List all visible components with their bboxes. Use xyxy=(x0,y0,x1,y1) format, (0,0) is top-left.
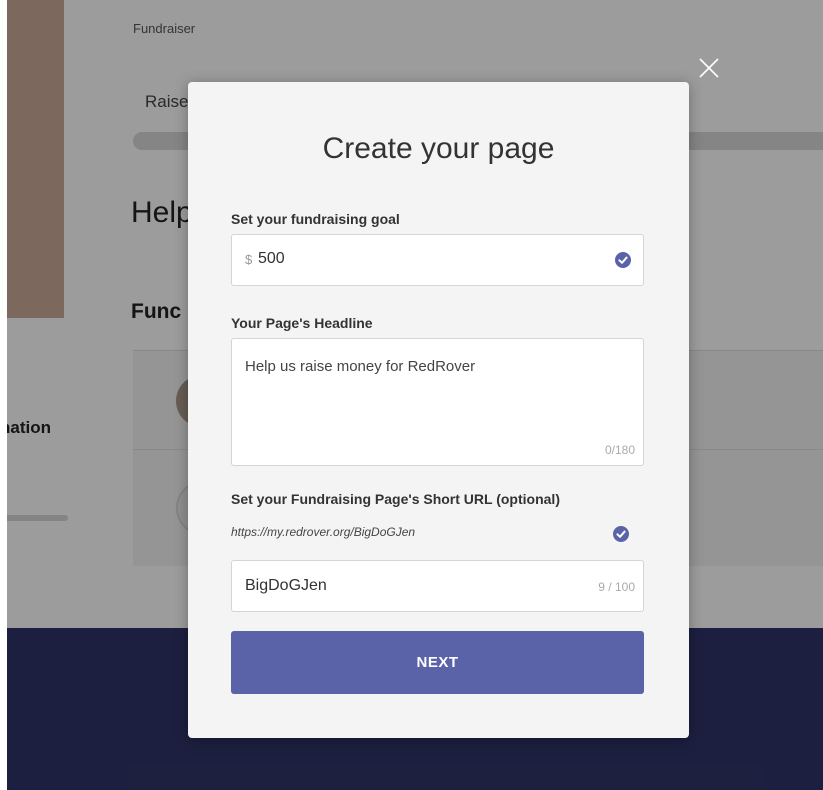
create-page-modal: Create your page Set your fundraising go… xyxy=(188,82,689,738)
next-button[interactable]: NEXT xyxy=(231,631,644,694)
short-url-value[interactable]: BigDoGJen xyxy=(245,577,327,595)
modal-title: Create your page xyxy=(322,132,555,165)
close-button[interactable] xyxy=(697,56,721,80)
check-circle-icon xyxy=(613,526,629,542)
short-url-preview: https://my.redrover.org/BigDoGJen xyxy=(231,525,416,539)
headline-char-counter: 0/180 xyxy=(604,443,635,457)
currency-symbol: $ xyxy=(245,252,253,267)
short-url-input[interactable]: BigDoGJen 9 / 100 xyxy=(231,560,644,612)
short-url-char-counter: 9 / 100 xyxy=(598,580,635,594)
close-icon xyxy=(699,58,719,78)
edge-strip xyxy=(0,0,7,790)
headline-value[interactable]: Help us raise money for RedRover xyxy=(245,358,475,375)
goal-value[interactable]: 500 xyxy=(258,250,285,268)
goal-input[interactable]: $ 500 xyxy=(231,234,644,286)
goal-label: Set your fundraising goal xyxy=(231,211,400,227)
headline-textarea[interactable]: Help us raise money for RedRover 0/180 xyxy=(231,338,644,466)
headline-label: Your Page's Headline xyxy=(231,315,373,331)
short-url-label: Set your Fundraising Page's Short URL (o… xyxy=(231,491,560,507)
check-circle-icon xyxy=(615,252,631,268)
